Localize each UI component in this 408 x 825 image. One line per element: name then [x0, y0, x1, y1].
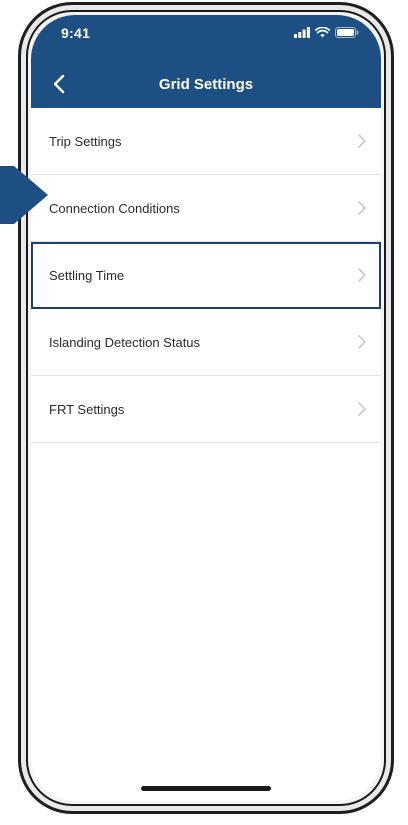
status-icons [294, 27, 359, 38]
phone-screen: 9:41 Grid Settings Trip Settings Connect… [31, 15, 381, 801]
list-item-connection-conditions[interactable]: Connection Conditions [31, 175, 381, 242]
list-item-trip-settings[interactable]: Trip Settings [31, 108, 381, 175]
list-item-label: Trip Settings [49, 133, 122, 149]
screenshot-stage: 9:41 Grid Settings Trip Settings Connect… [0, 0, 408, 825]
nav-bar: Grid Settings [31, 61, 381, 108]
list-item-label: FRT Settings [49, 401, 125, 417]
list-item-label: Islanding Detection Status [49, 334, 201, 350]
phone-frame: 9:41 Grid Settings Trip Settings Connect… [18, 2, 394, 814]
chevron-right-icon [358, 201, 366, 215]
chevron-right-icon [358, 268, 366, 282]
list-item-label: Settling Time [49, 267, 125, 283]
home-indicator[interactable] [141, 786, 271, 791]
callout-arrow-icon [0, 166, 48, 224]
chevron-right-icon [358, 402, 366, 416]
list-item-label: Connection Conditions [49, 200, 180, 216]
status-time: 9:41 [61, 25, 91, 41]
status-bar: 9:41 [31, 15, 381, 61]
list-item-islanding-detection-status[interactable]: Islanding Detection Status [31, 309, 381, 376]
list-item-frt-settings[interactable]: FRT Settings [31, 376, 381, 443]
battery-icon [335, 27, 359, 38]
settings-list: Trip Settings Connection Conditions Sett… [31, 108, 381, 443]
signal-icon [294, 27, 310, 38]
page-title: Grid Settings [158, 76, 254, 93]
list-item-settling-time[interactable]: Settling Time [31, 242, 381, 309]
app-header: 9:41 Grid Settings [31, 15, 381, 108]
wifi-icon [315, 27, 330, 38]
chevron-right-icon [358, 134, 366, 148]
chevron-right-icon [358, 335, 366, 349]
